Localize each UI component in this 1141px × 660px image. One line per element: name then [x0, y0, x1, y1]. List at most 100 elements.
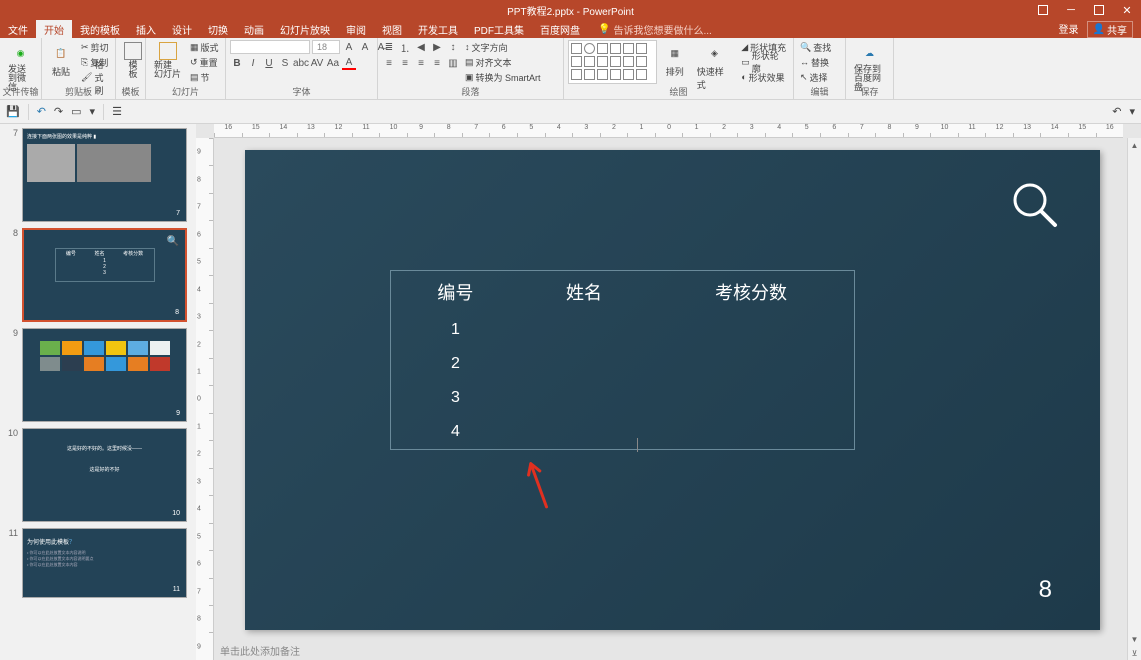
qat-undo2-button[interactable]: ↶ — [1112, 105, 1121, 118]
bold-button[interactable]: B — [230, 56, 244, 70]
cut-button[interactable]: ✂剪切 — [79, 40, 111, 54]
table-cell[interactable] — [520, 415, 648, 450]
table-cell[interactable] — [648, 313, 854, 347]
vertical-scrollbar[interactable]: ▲ ▼ ⊻ — [1127, 138, 1141, 660]
table-cell[interactable] — [648, 381, 854, 415]
slide-table[interactable]: 编号 姓名 考核分数 1 2 3 4 — [390, 270, 855, 450]
template-button[interactable]: 模 板 — [120, 40, 146, 81]
next-slide-button[interactable]: ⊻ — [1128, 646, 1141, 660]
table-cell[interactable] — [520, 347, 648, 381]
paste-button[interactable]: 📋 粘贴 — [46, 40, 76, 80]
scroll-up-button[interactable]: ▲ — [1128, 138, 1141, 152]
qat-customize-button[interactable]: ▾ — [1129, 105, 1135, 118]
table-header[interactable]: 编号 — [391, 271, 520, 314]
font-color-button[interactable]: A — [342, 56, 356, 70]
table-cell[interactable] — [648, 415, 854, 450]
slide-thumbnail[interactable]: 为何使用此模板？ • 你可以在此处放置文本内容说明• 你可以在此处放置文本内容说… — [22, 528, 187, 598]
slide-canvas[interactable]: 编号 姓名 考核分数 1 2 3 4 8 — [245, 150, 1100, 630]
tell-me-search[interactable]: 💡 告诉我您想要做什么... — [598, 22, 712, 37]
tab-insert[interactable]: 插入 — [128, 20, 164, 38]
qat-more-button[interactable]: ▾ — [90, 105, 96, 118]
tab-design[interactable]: 设计 — [164, 20, 200, 38]
tab-animations[interactable]: 动画 — [236, 20, 272, 38]
numbering-button[interactable]: ⒈ — [398, 40, 412, 54]
strikethrough-button[interactable]: S — [278, 56, 292, 70]
columns-button[interactable]: ▥ — [446, 56, 460, 70]
share-button[interactable]: 👤 共享 — [1087, 21, 1133, 38]
justify-button[interactable]: ≡ — [430, 56, 444, 70]
new-slide-button[interactable]: 新建 幻灯片 — [150, 40, 185, 81]
shapes-gallery[interactable] — [568, 40, 657, 84]
save-button[interactable]: 💾 — [6, 105, 20, 118]
tab-baidu[interactable]: 百度网盘 — [532, 20, 588, 38]
thumbnail-panel[interactable]: 7 连接下面两张图的效果是纯粹 ▮ 7 8 🔍 编号姓名考核分数 123 8 — [0, 124, 196, 660]
table-header[interactable]: 姓名 — [520, 271, 648, 314]
minimize-button[interactable]: ─ — [1057, 0, 1085, 20]
table-cell[interactable] — [520, 313, 648, 347]
tab-transitions[interactable]: 切换 — [200, 20, 236, 38]
shape-outline-button[interactable]: ▭形状轮廓 — [739, 55, 789, 69]
slide-thumbnail[interactable]: 这是好的不好的。这里时候没—— 这是好的不好 10 — [22, 428, 187, 522]
arrange-button[interactable]: ▦ 排列 — [660, 40, 690, 80]
file-menu[interactable]: 文件 — [0, 22, 36, 37]
slide-thumbnail[interactable]: 连接下面两张图的效果是纯粹 ▮ 7 — [22, 128, 187, 222]
decrease-indent-button[interactable]: ◀ — [414, 40, 428, 54]
reset-button[interactable]: ↺重置 — [188, 55, 221, 69]
font-family-input[interactable] — [230, 40, 310, 54]
close-button[interactable]: ✕ — [1113, 0, 1141, 20]
table-cell[interactable]: 1 — [391, 313, 520, 347]
increase-font-button[interactable]: A — [342, 40, 356, 54]
tab-my-templates[interactable]: 我的模板 — [72, 20, 128, 38]
char-spacing-button[interactable]: AV — [310, 56, 324, 70]
text-direction-button[interactable]: ↕文字方向 — [463, 40, 543, 54]
redo-button[interactable]: ↷ — [54, 105, 63, 118]
shape-effects-button[interactable]: ◐形状效果 — [739, 70, 789, 84]
tab-developer[interactable]: 开发工具 — [410, 20, 466, 38]
align-right-button[interactable]: ≡ — [414, 56, 428, 70]
line-spacing-button[interactable]: ↕ — [446, 40, 460, 54]
qat-slideshow-button[interactable]: ▭ — [71, 105, 81, 118]
maximize-button[interactable] — [1085, 0, 1113, 20]
text-direction-icon: ↕ — [465, 42, 470, 52]
replace-button[interactable]: ↔替换 — [798, 55, 833, 69]
undo-button[interactable]: ↶ — [37, 105, 46, 118]
format-painter-button[interactable]: 🖌格式刷 — [79, 70, 111, 84]
table-header[interactable]: 考核分数 — [648, 271, 854, 314]
touch-mode-button[interactable]: ☰ — [112, 105, 122, 118]
decrease-font-button[interactable]: A — [358, 40, 372, 54]
slide-thumbnail-selected[interactable]: 🔍 编号姓名考核分数 123 8 — [22, 228, 187, 322]
align-text-button[interactable]: ▤对齐文本 — [463, 55, 543, 69]
thumb-number: 7 — [8, 128, 18, 222]
section-button[interactable]: ▤节 — [188, 70, 221, 84]
font-size-input[interactable] — [312, 40, 340, 54]
login-button[interactable]: 登录 — [1059, 21, 1079, 38]
bullets-button[interactable]: ≣ — [382, 40, 396, 54]
layout-button[interactable]: ▦版式 — [188, 40, 221, 54]
table-cell[interactable]: 4 — [391, 415, 520, 450]
table-cell[interactable]: 2 — [391, 347, 520, 381]
tab-view[interactable]: 视图 — [374, 20, 410, 38]
vertical-ruler[interactable]: 9876543210123456789 — [196, 138, 214, 660]
tab-pdf-tools[interactable]: PDF工具集 — [466, 20, 532, 38]
scroll-down-button[interactable]: ▼ — [1128, 632, 1141, 646]
change-case-button[interactable]: Aa — [326, 56, 340, 70]
align-center-button[interactable]: ≡ — [398, 56, 412, 70]
convert-smartart-button[interactable]: ▣转换为 SmartArt — [463, 70, 543, 84]
table-cell[interactable]: 3 — [391, 381, 520, 415]
slide-thumbnail[interactable]: 9 — [22, 328, 187, 422]
tab-slideshow[interactable]: 幻灯片放映 — [272, 20, 338, 38]
italic-button[interactable]: I — [246, 56, 260, 70]
horizontal-ruler[interactable]: 1615141312111098765432101234567891011121… — [214, 124, 1123, 138]
shadow-button[interactable]: abc — [294, 56, 308, 70]
underline-button[interactable]: U — [262, 56, 276, 70]
tab-review[interactable]: 审阅 — [338, 20, 374, 38]
tab-home[interactable]: 开始 — [36, 20, 72, 38]
select-button[interactable]: ↖选择 — [798, 70, 833, 84]
table-cell[interactable] — [520, 381, 648, 415]
increase-indent-button[interactable]: ▶ — [430, 40, 444, 54]
ribbon-options-icon[interactable] — [1029, 0, 1057, 20]
find-button[interactable]: 🔍查找 — [798, 40, 833, 54]
notes-placeholder[interactable]: 单击此处添加备注 — [220, 643, 300, 658]
table-cell[interactable] — [648, 347, 854, 381]
align-left-button[interactable]: ≡ — [382, 56, 396, 70]
